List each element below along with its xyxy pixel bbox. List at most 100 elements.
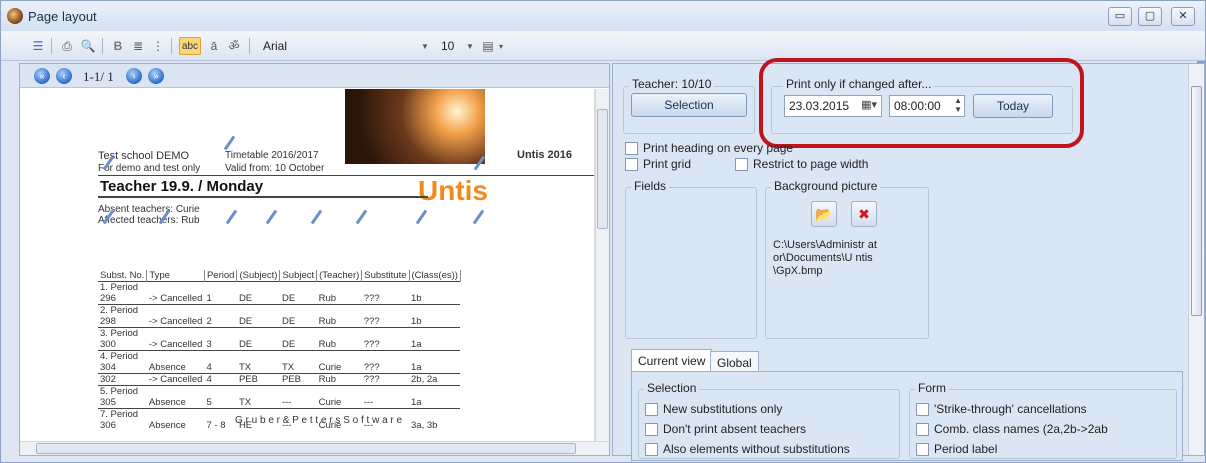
chevron-down-icon[interactable]: ▼ <box>466 42 474 51</box>
edit-pencil-icon[interactable] <box>102 209 116 227</box>
page-format-icon[interactable]: ▤ <box>479 37 497 55</box>
period-label: 4. Period <box>98 350 461 362</box>
heading-rule <box>98 196 428 198</box>
period-label-text: Period label <box>934 442 998 456</box>
toolbar-separator <box>171 38 172 54</box>
print-preview-pane: « ‹ 1-1/ 1 › » Test school DEMO Timetabl… <box>19 63 610 456</box>
next-page-icon[interactable]: › <box>126 68 142 84</box>
edit-pencil-icon[interactable] <box>472 209 486 227</box>
column-header: Substitute <box>361 270 410 282</box>
substitution-table: Subst. No. Type Period (Subject) Subject… <box>98 270 461 431</box>
new-subst-checkbox[interactable] <box>645 403 658 416</box>
close-button[interactable]: ✕ <box>1171 7 1195 26</box>
fields-group <box>625 187 757 339</box>
font-name-select[interactable]: Arial <box>263 39 287 53</box>
no-absent-checkbox[interactable] <box>645 423 658 436</box>
chevron-down-icon[interactable]: ▼ <box>421 42 429 51</box>
table-cell: ??? <box>363 339 380 350</box>
page-layout-icon[interactable]: ☰ <box>29 37 47 55</box>
background-picture-label: Background picture <box>771 179 881 193</box>
column-header: (Class(es)) <box>409 270 461 282</box>
table-cell: 2b, 2a <box>409 373 461 386</box>
table-row: 298 -> Cancelled 2 DE DE Rub??? 1b <box>98 316 460 328</box>
preview-horizontal-scrollbar[interactable] <box>20 441 609 455</box>
annotation-highlight <box>759 58 1084 148</box>
first-page-icon[interactable]: « <box>34 68 50 84</box>
comb-class-checkbox[interactable] <box>916 423 929 436</box>
edit-pencil-icon[interactable] <box>225 209 239 227</box>
table-cell: 302 <box>98 373 147 386</box>
align-icon[interactable]: ≣ <box>129 37 147 55</box>
also-elements-checkbox[interactable] <box>645 443 658 456</box>
scroll-thumb[interactable] <box>1191 86 1202 316</box>
preview-vertical-scrollbar[interactable] <box>595 89 609 441</box>
table-cell: ??? <box>363 293 380 304</box>
new-subst-label: New substitutions only <box>663 402 783 416</box>
table-cell: 4 <box>206 362 212 373</box>
restrict-width-checkbox[interactable] <box>735 158 748 171</box>
edit-pencil-icon[interactable] <box>265 209 279 227</box>
table-cell: 304 <box>100 362 116 373</box>
rotated-text-icon[interactable]: ॐ <box>225 37 243 55</box>
column-header: Subject <box>279 270 318 282</box>
tab-global[interactable]: Global <box>710 351 759 373</box>
spacing-icon[interactable]: ⋮ <box>149 37 167 55</box>
untis-logo: Untis <box>418 175 488 206</box>
print-grid-checkbox[interactable] <box>625 158 638 171</box>
bold-icon[interactable]: B <box>109 37 127 55</box>
period-label-checkbox[interactable] <box>916 443 929 456</box>
maximize-button[interactable]: ▢ <box>1138 7 1162 26</box>
scroll-thumb[interactable] <box>36 443 576 454</box>
strike-through-label: 'Strike-through' cancellations <box>934 402 1087 416</box>
font-size-select[interactable]: 10 <box>441 39 454 53</box>
print-icon[interactable]: ⎙ <box>58 37 76 55</box>
delete-icon[interactable]: ✖ <box>851 201 877 227</box>
table-row: 302 -> Cancelled 4 PEB PEB Rub??? 2b, 2a <box>98 373 461 386</box>
table-cell: DE <box>281 316 296 327</box>
preview-navigation: « ‹ 1-1/ 1 › » <box>20 64 609 88</box>
table-cell: 7 - 8 <box>206 420 226 431</box>
table-cell: 1a <box>411 339 422 350</box>
table-row: 305 Absence 5 TX --- Curie --- 1a <box>98 397 460 409</box>
column-header: (Teacher) <box>316 270 363 282</box>
table-cell: --- <box>281 397 292 408</box>
vertical-text-icon[interactable]: ā <box>205 37 223 55</box>
minimize-button[interactable]: ▭ <box>1108 7 1132 26</box>
restrict-width-label: Restrict to page width <box>753 157 869 171</box>
edit-pencil-icon[interactable] <box>158 209 172 227</box>
tab-current-view[interactable]: Current view <box>631 349 713 371</box>
last-page-icon[interactable]: » <box>148 68 164 84</box>
scroll-thumb[interactable] <box>597 109 608 229</box>
period-label: 3. Period <box>98 327 461 339</box>
previous-page-icon[interactable]: ‹ <box>56 68 72 84</box>
table-cell: 306 <box>100 420 116 431</box>
selection-button[interactable]: Selection <box>631 93 747 117</box>
page-heading: Teacher 19.9. / Monday <box>100 178 264 195</box>
table-cell: Rub <box>316 373 362 386</box>
table-row: 304 Absence 4 TX TX Curie??? 1a <box>98 362 460 374</box>
edit-pencil-icon[interactable] <box>102 155 116 173</box>
edit-pencil-icon[interactable] <box>355 209 369 227</box>
table-row: 296 -> Cancelled 1 DE DE Rub??? 1b <box>98 293 460 305</box>
brand-label: Untis 2016 <box>517 149 573 161</box>
background-path: C:\Users\Administr ator\Documents\U ntis… <box>773 239 877 277</box>
valid-from-label: Valid from: 10 October <box>225 163 325 174</box>
fields-label: Fields <box>631 179 670 193</box>
print-preview-icon[interactable]: 🔍 <box>79 37 97 55</box>
abc-toggle-icon[interactable]: abc <box>179 37 201 55</box>
open-folder-icon[interactable]: 📂 <box>811 201 837 227</box>
edit-pencil-icon[interactable] <box>415 209 429 227</box>
edit-pencil-icon[interactable] <box>310 209 324 227</box>
table-cell: 1a <box>411 397 422 408</box>
table-cell: Rub <box>318 316 337 327</box>
table-cell: Rub <box>318 293 337 304</box>
settings-scrollbar[interactable] <box>1188 64 1204 455</box>
print-heading-checkbox[interactable] <box>625 142 638 155</box>
strike-through-checkbox[interactable] <box>916 403 929 416</box>
table-cell: 5 <box>206 397 212 408</box>
table-cell: 1b <box>411 316 422 327</box>
edit-pencil-icon[interactable] <box>473 155 487 173</box>
table-row: 300 -> Cancelled 3 DE DE Rub??? 1a <box>98 339 460 351</box>
table-cell: 3 <box>206 339 212 350</box>
chevron-down-icon[interactable]: ▾ <box>499 42 503 51</box>
